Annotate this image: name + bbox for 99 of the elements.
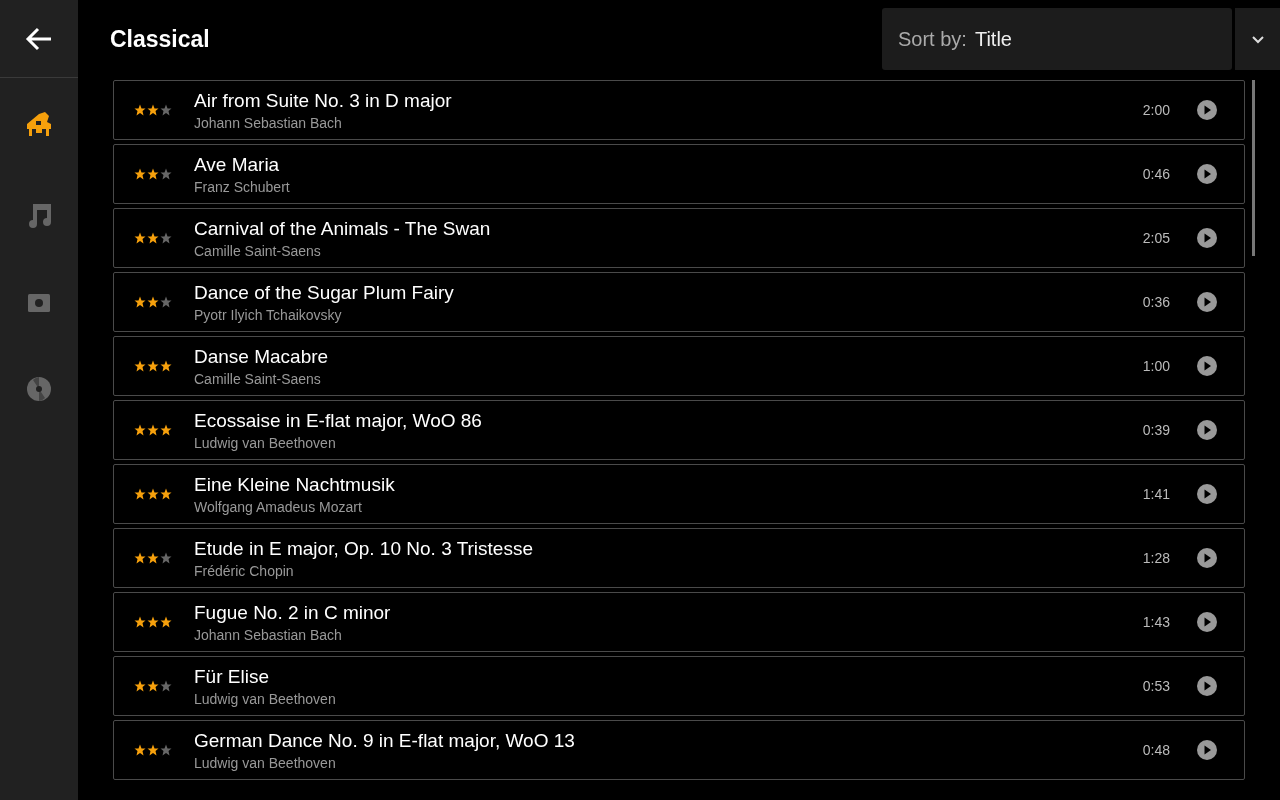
track-title: Air from Suite No. 3 in D major: [194, 89, 453, 112]
track-duration: 0:36: [1142, 294, 1170, 310]
play-icon[interactable]: [1196, 483, 1218, 505]
composer-name: Ludwig van Beethoven: [194, 690, 337, 707]
star-icon: [160, 488, 172, 500]
play-icon[interactable]: [1196, 227, 1218, 249]
track-title: Danse Macabre: [194, 345, 330, 368]
star-icon: [160, 296, 172, 308]
star-icon: [147, 168, 159, 180]
disc-icon[interactable]: [26, 376, 52, 402]
track-duration: 2:05: [1142, 230, 1170, 246]
composer-name: Camille Saint-Saens: [194, 370, 322, 387]
track-row[interactable]: Etude in E major, Op. 10 No. 3 Tristesse Frédéric Chopin 1:28: [113, 528, 1245, 588]
sort-dropdown[interactable]: Sort by: Title: [882, 8, 1232, 70]
track-row[interactable]: Eine Kleine Nachtmusik Wolfgang Amadeus Mozart 1:41: [113, 464, 1245, 524]
play-icon[interactable]: [1196, 99, 1218, 121]
track-duration: 0:53: [1142, 678, 1170, 694]
star-icon: [134, 232, 146, 244]
composer-name: Frédéric Chopin: [194, 562, 295, 579]
play-icon[interactable]: [1196, 739, 1218, 761]
track-row[interactable]: Carnival of the Animals - The Swan Camille Saint-Saens 2:05: [113, 208, 1245, 268]
track-duration: 2:00: [1142, 102, 1170, 118]
sort-value: Title: [974, 27, 1012, 51]
star-icon: [134, 680, 146, 692]
star-icon: [147, 680, 159, 692]
play-icon[interactable]: [1196, 291, 1218, 313]
track-title: Ave Maria: [194, 153, 281, 176]
star-icon: [160, 168, 172, 180]
track-row[interactable]: Danse Macabre Camille Saint-Saens 1:00: [113, 336, 1245, 396]
star-icon: [134, 168, 146, 180]
composer-name: Johann Sebastian Bach: [194, 114, 343, 131]
star-icon: [134, 616, 146, 628]
play-icon[interactable]: [1196, 675, 1218, 697]
star-icon: [147, 104, 159, 116]
track-duration: 1:00: [1142, 358, 1170, 374]
play-icon[interactable]: [1196, 163, 1218, 185]
star-icon: [160, 616, 172, 628]
track-title: Für Elise: [194, 665, 270, 688]
star-icon: [134, 104, 146, 116]
track-duration: 1:41: [1142, 486, 1170, 502]
piano-icon[interactable]: [25, 110, 53, 138]
star-icon: [160, 360, 172, 372]
composer-name: Franz Schubert: [194, 178, 291, 195]
track-title: Fugue No. 2 in C minor: [194, 601, 392, 624]
star-icon: [160, 552, 172, 564]
track-row[interactable]: Ave Maria Franz Schubert 0:46: [113, 144, 1245, 204]
track-row[interactable]: German Dance No. 9 in E-flat major, WoO 13 Ludwig van Beethoven 0:48: [113, 720, 1245, 780]
star-icon: [147, 424, 159, 436]
star-icon: [134, 296, 146, 308]
star-icon: [147, 552, 159, 564]
track-row[interactable]: Ecossaise in E-flat major, WoO 86 Ludwig van Beethoven 0:39: [113, 400, 1245, 460]
star-icon: [160, 744, 172, 756]
track-title: Etude in E major, Op. 10 No. 3 Tristesse: [194, 537, 534, 560]
star-icon: [147, 744, 159, 756]
play-icon[interactable]: [1196, 611, 1218, 633]
star-icon: [160, 232, 172, 244]
sort-label: Sort by:: [898, 27, 967, 51]
chevron-down-icon: [1250, 34, 1265, 44]
track-duration: 0:39: [1142, 422, 1170, 438]
star-icon: [134, 360, 146, 372]
star-icon: [134, 488, 146, 500]
star-icon: [147, 232, 159, 244]
track-duration: 1:43: [1142, 614, 1170, 630]
composer-name: Johann Sebastian Bach: [194, 626, 343, 643]
composer-name: Wolfgang Amadeus Mozart: [194, 498, 363, 515]
track-duration: 0:48: [1142, 742, 1170, 758]
composer-name: Ludwig van Beethoven: [194, 754, 337, 771]
track-row[interactable]: Dance of the Sugar Plum Fairy Pyotr Ilyich Tchaikovsky 0:36: [113, 272, 1245, 332]
composer-name: Pyotr Ilyich Tchaikovsky: [194, 306, 343, 323]
track-title: Dance of the Sugar Plum Fairy: [194, 281, 455, 304]
star-icon: [147, 360, 159, 372]
play-icon[interactable]: [1196, 355, 1218, 377]
star-icon: [147, 488, 159, 500]
camera-icon[interactable]: [27, 292, 51, 314]
star-icon: [134, 424, 146, 436]
track-duration: 0:46: [1142, 166, 1170, 182]
scrollbar[interactable]: [1252, 80, 1255, 256]
track-title: Eine Kleine Nachtmusik: [194, 473, 396, 496]
track-row[interactable]: Air from Suite No. 3 in D major Johann Sebastian Bach 2:00: [113, 80, 1245, 140]
track-title: Ecossaise in E-flat major, WoO 86: [194, 409, 483, 432]
star-icon: [134, 552, 146, 564]
star-icon: [160, 680, 172, 692]
track-row[interactable]: Fugue No. 2 in C minor Johann Sebastian Bach 1:43: [113, 592, 1245, 652]
page-title: Classical: [110, 25, 211, 54]
star-icon: [134, 744, 146, 756]
composer-name: Ludwig van Beethoven: [194, 434, 337, 451]
play-icon[interactable]: [1196, 547, 1218, 569]
track-row[interactable]: Für Elise Ludwig van Beethoven 0:53: [113, 656, 1245, 716]
star-icon: [160, 104, 172, 116]
play-icon[interactable]: [1196, 419, 1218, 441]
composer-name: Camille Saint-Saens: [194, 242, 322, 259]
dropdown-toggle[interactable]: [1235, 8, 1280, 70]
star-icon: [147, 616, 159, 628]
back-arrow-icon[interactable]: [25, 25, 53, 52]
star-icon: [147, 296, 159, 308]
star-icon: [160, 424, 172, 436]
track-title: Carnival of the Animals - The Swan: [194, 217, 492, 240]
track-title: German Dance No. 9 in E-flat major, WoO 13: [194, 729, 576, 752]
track-duration: 1:28: [1142, 550, 1170, 566]
